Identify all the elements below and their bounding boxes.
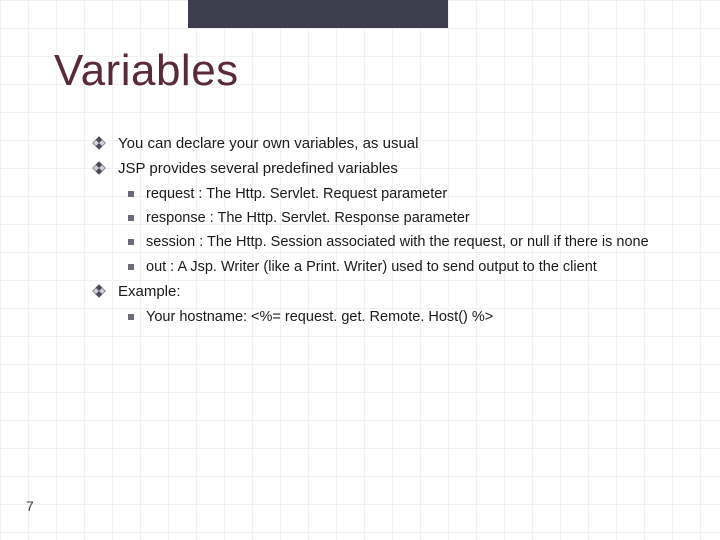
bullet-item: Example: <box>92 280 684 303</box>
bullet-text: JSP provides several predefined variable… <box>118 160 398 177</box>
decorative-topbar <box>188 0 448 28</box>
diamond-bullet-icon <box>92 161 106 175</box>
diamond-bullet-icon <box>92 136 106 150</box>
slide-title: Variables <box>54 46 239 96</box>
sub-bullet-item: request : The Http. Servlet. Request par… <box>92 183 684 205</box>
bullet-item: You can declare your own variables, as u… <box>92 132 684 155</box>
slide-body: You can declare your own variables, as u… <box>92 132 684 330</box>
square-bullet-icon <box>128 314 134 320</box>
square-bullet-icon <box>128 191 134 197</box>
square-bullet-icon <box>128 215 134 221</box>
sub-bullet-item: out : A Jsp. Writer (like a Print. Write… <box>92 256 684 278</box>
sub-bullet-item: session : The Http. Session associated w… <box>92 231 684 253</box>
page-number: 7 <box>26 498 34 514</box>
square-bullet-icon <box>128 239 134 245</box>
slide: Variables You can declare your own varia… <box>0 0 720 540</box>
sub-bullet-text: request : The Http. Servlet. Request par… <box>146 186 447 202</box>
bullet-item: JSP provides several predefined variable… <box>92 157 684 180</box>
sub-bullet-text: Your hostname: <%= request. get. Remote.… <box>146 309 493 325</box>
square-bullet-icon <box>128 264 134 270</box>
sub-bullet-item: Your hostname: <%= request. get. Remote.… <box>92 306 684 328</box>
sub-bullet-text: out : A Jsp. Writer (like a Print. Write… <box>146 259 597 275</box>
sub-bullet-text: response : The Http. Servlet. Response p… <box>146 210 470 226</box>
diamond-bullet-icon <box>92 284 106 298</box>
sub-bullet-item: response : The Http. Servlet. Response p… <box>92 207 684 229</box>
bullet-text: You can declare your own variables, as u… <box>118 135 418 152</box>
bullet-text: Example: <box>118 283 181 300</box>
sub-bullet-text: session : The Http. Session associated w… <box>146 234 649 250</box>
